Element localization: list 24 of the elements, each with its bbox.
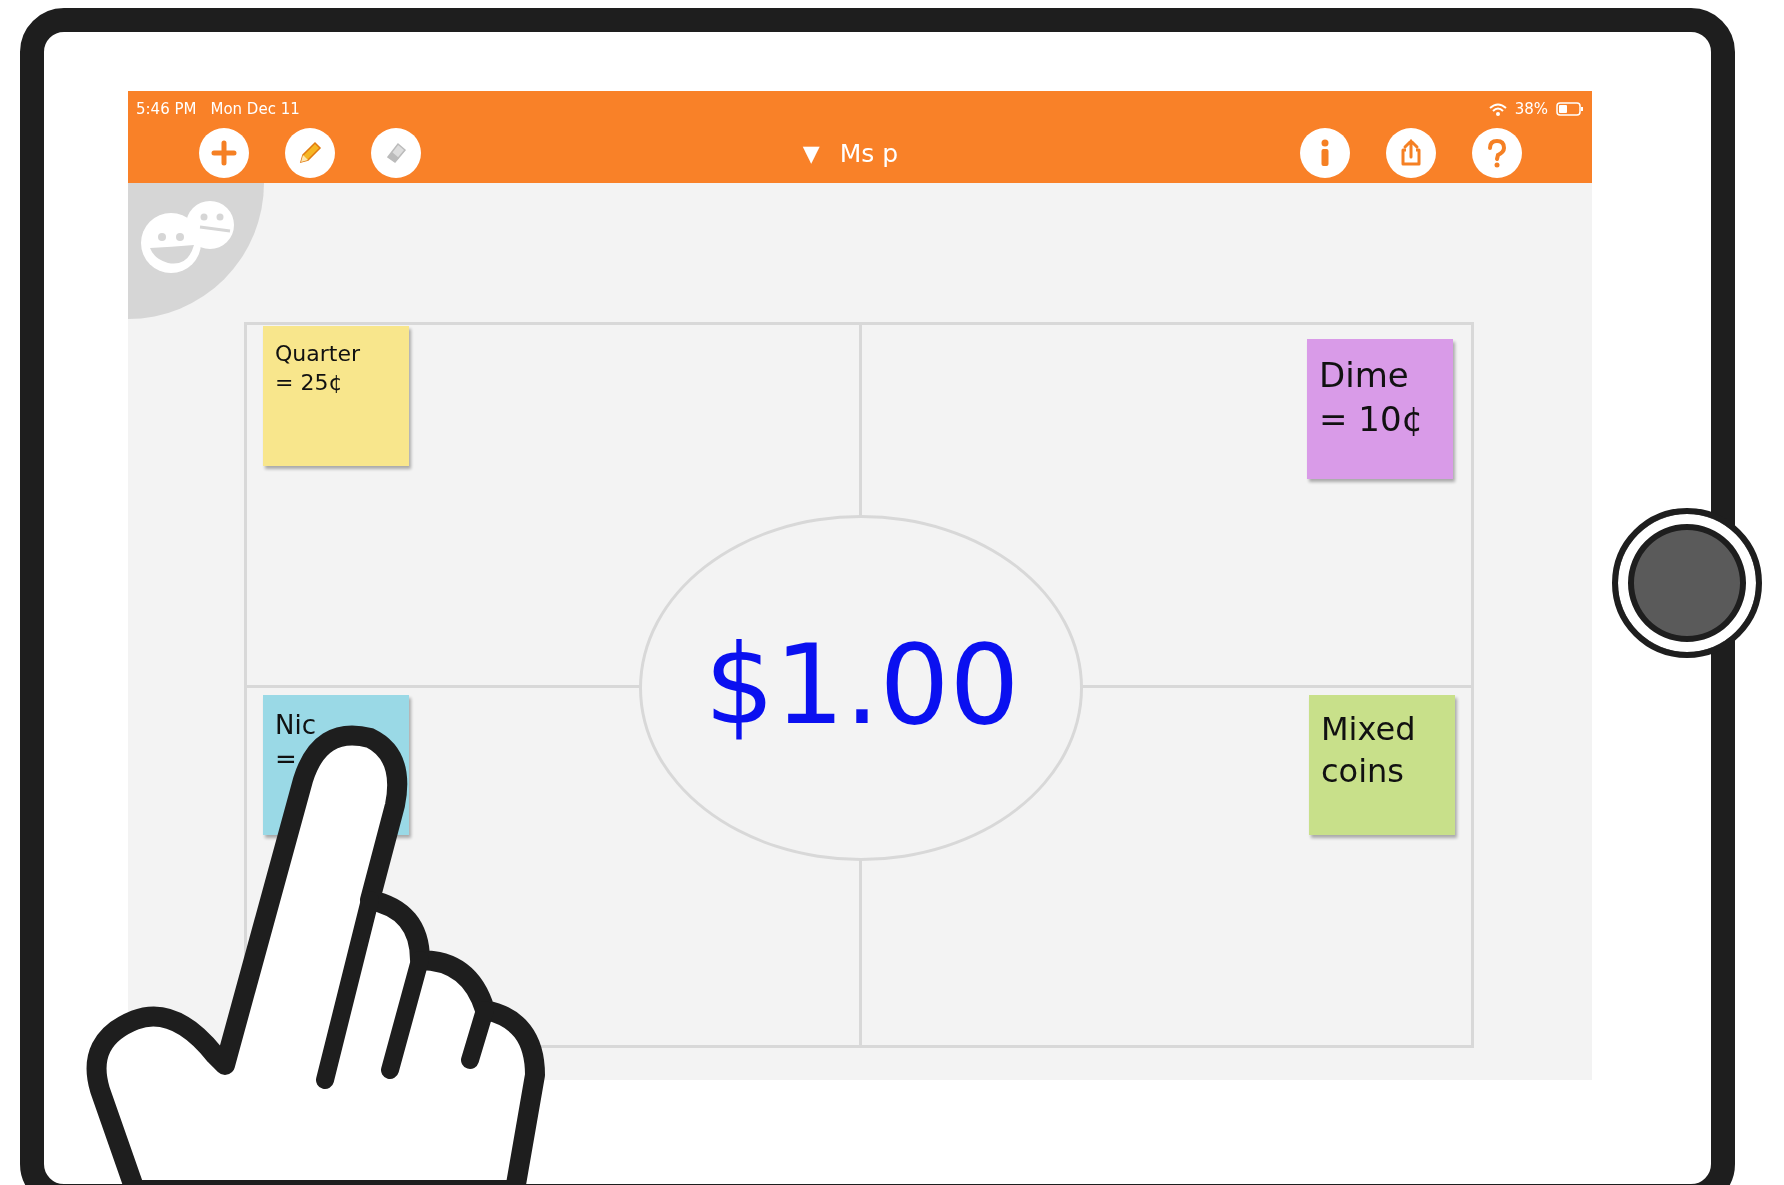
note-text: = 10¢: [1319, 398, 1425, 442]
sticky-note[interactable]: Mixed coins: [1309, 695, 1455, 835]
note-text: Quarter: [275, 340, 361, 368]
note-text: Nic: [275, 709, 317, 742]
sticky-note[interactable]: Dime = 10¢: [1307, 339, 1453, 479]
handwritten-amount: $1.00: [703, 625, 1021, 746]
note-text: Dime: [1319, 354, 1410, 397]
note-text: = 25¢: [275, 368, 344, 397]
info-button[interactable]: [1300, 128, 1350, 178]
battery-icon: [1556, 102, 1584, 116]
wifi-icon: [1488, 102, 1507, 116]
pen-button[interactable]: [285, 128, 335, 178]
share-button[interactable]: [1386, 128, 1436, 178]
note-text: coins: [1321, 750, 1405, 792]
plus-icon: [211, 140, 237, 166]
help-button[interactable]: [1472, 128, 1522, 178]
status-date: Mon Dec 11: [210, 100, 300, 118]
note-text: Mixed: [1321, 709, 1417, 750]
status-time: 5:46 PM: [136, 100, 197, 118]
note-text: =: [275, 742, 298, 776]
add-button[interactable]: [199, 128, 249, 178]
sticky-note[interactable]: Quarter = 25¢: [263, 326, 409, 466]
battery-percent: 38%: [1514, 100, 1548, 118]
eraser-button[interactable]: [371, 128, 421, 178]
